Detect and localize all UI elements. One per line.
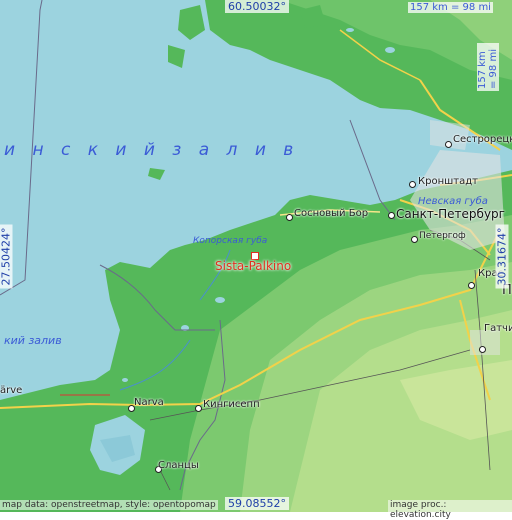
krasnoe-dot: [468, 282, 475, 289]
city-varve[interactable]: ärve: [0, 385, 22, 396]
city-sosnovy-bor[interactable]: Сосновый Бор: [294, 208, 368, 219]
kingisepp-dot: [195, 405, 202, 412]
sosnovy-bor-dot: [286, 214, 293, 221]
sestroretsk-dot: [445, 141, 452, 148]
petergof-dot: [411, 236, 418, 243]
location-marker-label[interactable]: Sista-Palkino: [215, 259, 291, 273]
east-longitude-label: 30.31674°: [495, 224, 509, 289]
neva-bay-label: Невская губа: [418, 196, 488, 207]
north-latitude-label: 60.50032°: [225, 0, 289, 13]
city-saint-petersburg[interactable]: Санкт-Петербург: [396, 207, 505, 221]
kronstadt-dot: [409, 181, 416, 188]
city-kingisepp[interactable]: Кингисепп: [203, 399, 260, 410]
west-longitude-label: 27.50424°: [0, 224, 13, 289]
city-kronstadt[interactable]: Кронштадт: [418, 176, 478, 187]
gulf-of-finland-label: и н с к и й з а л и в: [4, 140, 300, 160]
scale-bar-right: 157 km = 98 mi: [477, 43, 499, 91]
city-petergof[interactable]: Петергоф: [419, 231, 466, 241]
scale-bar-top: 157 km = 98 mi: [408, 2, 493, 13]
gatchina-dot: [479, 346, 486, 353]
city-narva[interactable]: Narva: [134, 397, 164, 408]
city-slantsy[interactable]: Сланцы: [158, 460, 199, 471]
koporye-bay-label: Копорская губа: [193, 236, 268, 246]
attribution-left: map data: openstreetmap, style: opentopo…: [0, 500, 218, 510]
south-latitude-label: 59.08552°: [225, 497, 289, 510]
saint-petersburg-dot: [388, 212, 395, 219]
attribution-right: image proc.: elevation.city: [388, 500, 512, 520]
gulf-of-finland-left-label: кий залив: [4, 334, 62, 347]
city-gatchina[interactable]: Гатчи: [484, 323, 512, 334]
map-view[interactable]: и н с к и й з а л и в кий залив Копорска…: [0, 0, 512, 520]
city-sestroretsk[interactable]: Сестрорецк: [453, 134, 512, 145]
